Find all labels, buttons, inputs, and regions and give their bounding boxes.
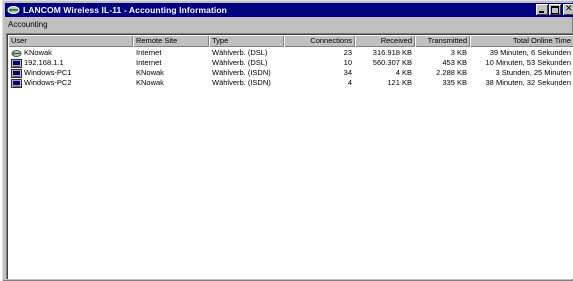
remote-site-cell: Internet <box>136 58 162 67</box>
accounting-list[interactable]: User Remote Site Type Connections Receiv… <box>6 33 573 279</box>
received-cell: 316.918 KB <box>372 48 412 57</box>
connections-cell: 34 <box>343 68 352 77</box>
type-cell: Wählverb. (DSL) <box>212 58 268 67</box>
table-row[interactable]: 192.168.1.1 Internet Wählverb. (DSL) 10 … <box>8 58 573 68</box>
table-row[interactable]: KNowak Internet Wählverb. (DSL) 23 316.9… <box>8 48 573 58</box>
title-bar[interactable]: LANCOM Wireless IL-11 - Accounting Infor… <box>5 3 573 17</box>
computer-icon <box>11 58 22 68</box>
column-header-type[interactable]: Type <box>209 35 284 47</box>
menu-bar: Accounting <box>5 18 51 30</box>
window-title: LANCOM Wireless IL-11 - Accounting Infor… <box>23 5 227 15</box>
user-cell: Windows-PC2 <box>8 78 133 88</box>
online-time-cell: 38 Minuten, 32 Sekunden <box>485 78 571 87</box>
close-button[interactable]: ✕ <box>563 4 573 15</box>
menu-item-accounting[interactable]: Accounting <box>5 20 51 29</box>
minimize-button[interactable] <box>536 4 548 15</box>
maximize-icon <box>551 6 559 14</box>
transmitted-cell: 3 KB <box>450 48 467 57</box>
remote-site-cell: KNowak <box>136 68 164 77</box>
connections-cell: 23 <box>343 48 352 57</box>
received-cell: 121 KB <box>387 78 412 87</box>
user-cell: KNowak <box>8 48 133 58</box>
transmitted-cell: 335 KB <box>442 78 467 87</box>
list-rows: KNowak Internet Wählverb. (DSL) 23 316.9… <box>8 48 573 88</box>
computer-icon <box>11 78 22 88</box>
user-name: Windows-PC2 <box>24 78 72 87</box>
user-name: Windows-PC1 <box>24 68 72 77</box>
received-cell: 4 KB <box>395 68 412 77</box>
remote-site-cell: Internet <box>136 48 162 57</box>
maximize-button[interactable] <box>549 4 561 15</box>
list-header: User Remote Site Type Connections Receiv… <box>8 35 573 47</box>
transmitted-cell: 453 KB <box>442 58 467 67</box>
connection-icon <box>11 49 22 57</box>
table-row[interactable]: Windows-PC2 KNowak Wählverb. (ISDN) 4 12… <box>8 78 573 88</box>
column-header-total-online-time[interactable]: Total Online Time <box>470 35 573 47</box>
lancom-icon[interactable] <box>7 4 20 16</box>
column-header-transmitted[interactable]: Transmitted <box>415 35 470 47</box>
table-row[interactable]: Windows-PC1 KNowak Wählverb. (ISDN) 34 4… <box>8 68 573 78</box>
close-icon: ✕ <box>565 4 573 14</box>
computer-icon <box>11 68 22 78</box>
user-cell: Windows-PC1 <box>8 68 133 78</box>
user-name: KNowak <box>24 48 52 57</box>
column-header-connections[interactable]: Connections <box>284 35 355 47</box>
type-cell: Wählverb. (ISDN) <box>212 68 271 77</box>
type-cell: Wählverb. (ISDN) <box>212 78 271 87</box>
connections-cell: 10 <box>343 58 352 67</box>
online-time-cell: 3 Stunden, 25 Minuten <box>495 68 571 77</box>
connections-cell: 4 <box>347 78 352 87</box>
transmitted-cell: 2.288 KB <box>436 68 467 77</box>
type-cell: Wählverb. (DSL) <box>212 48 268 57</box>
user-name: 192.168.1.1 <box>24 58 64 67</box>
accounting-window: LANCOM Wireless IL-11 - Accounting Infor… <box>2 0 573 281</box>
minimize-icon <box>539 11 544 13</box>
received-cell: 560.307 KB <box>372 58 412 67</box>
title-buttons: ✕ <box>535 4 573 15</box>
remote-site-cell: KNowak <box>136 78 164 87</box>
online-time-cell: 39 Minuten, 6 Sekunden <box>489 48 571 57</box>
online-time-cell: 10 Minuten, 53 Sekunden <box>485 58 571 67</box>
user-cell: 192.168.1.1 <box>8 58 133 68</box>
column-header-user[interactable]: User <box>8 35 133 47</box>
column-header-received[interactable]: Received <box>355 35 415 47</box>
column-header-remote-site[interactable]: Remote Site <box>133 35 209 47</box>
